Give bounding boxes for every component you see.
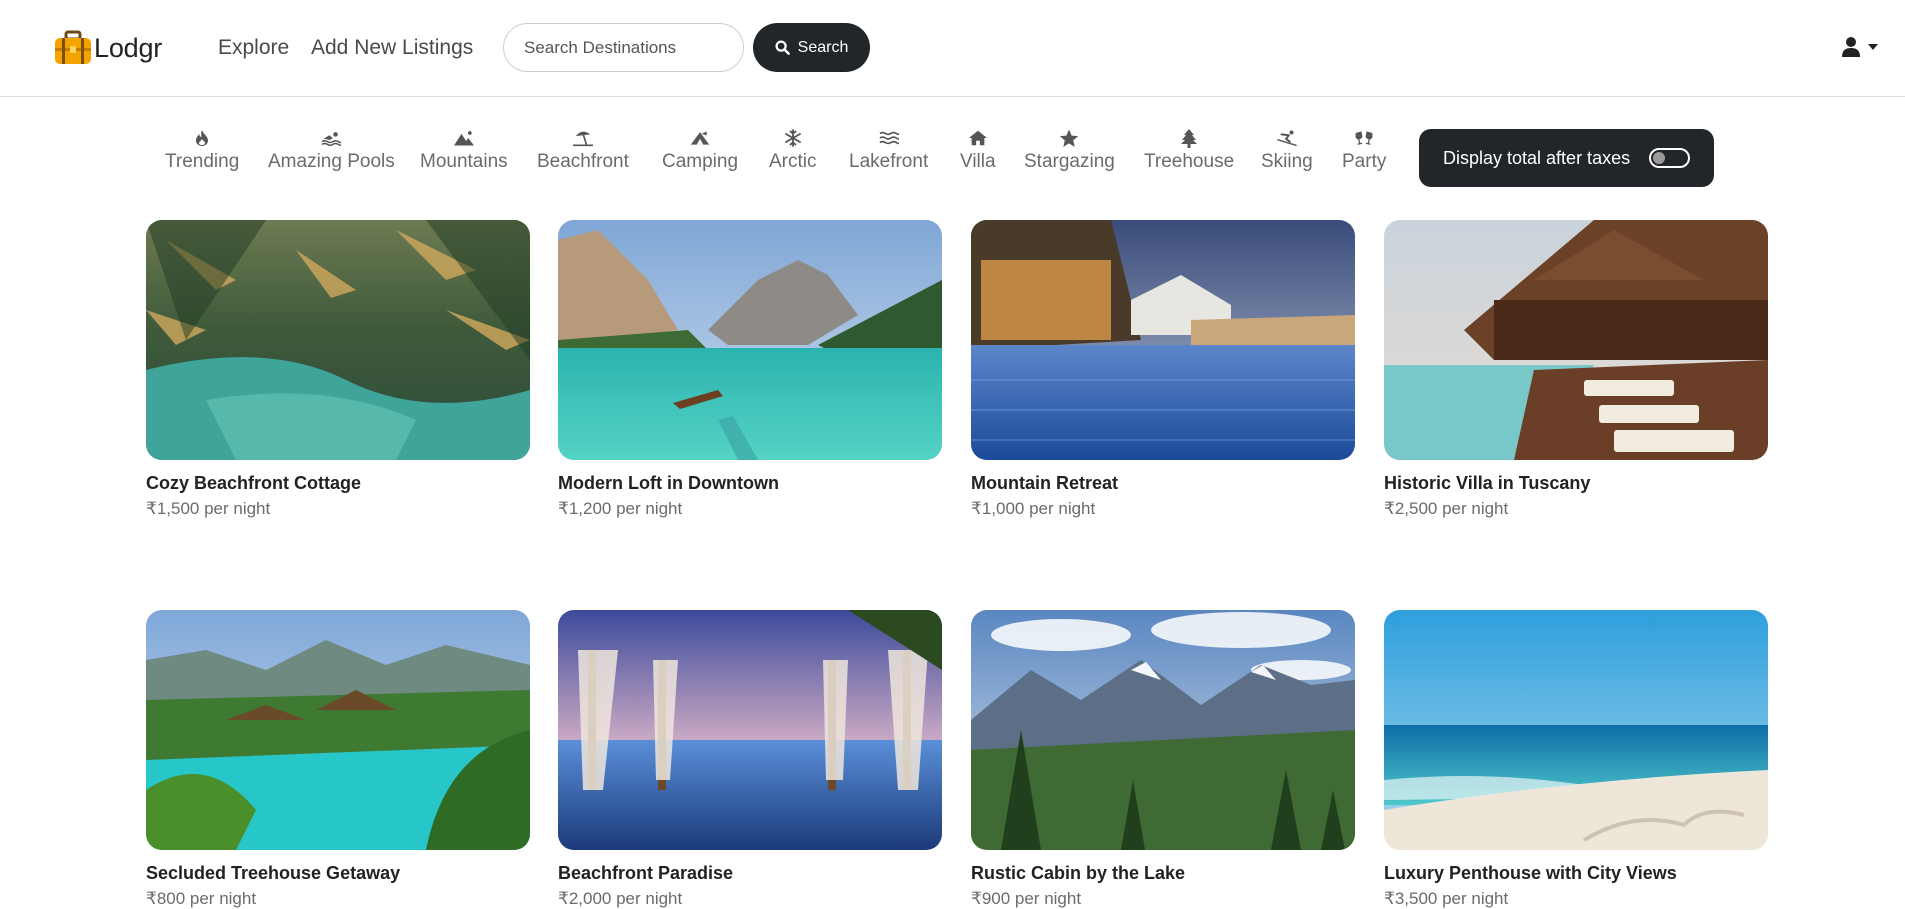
listing-photo[interactable]	[146, 610, 530, 850]
listing-card[interactable]: Mountain Retreat ₹1,000 per night	[971, 220, 1355, 519]
swimmer-icon	[321, 132, 342, 146]
filter-mountains[interactable]: Mountains	[420, 128, 508, 173]
filter-arctic[interactable]: Arctic	[769, 128, 817, 173]
listing-card[interactable]: Rustic Cabin by the Lake ₹900 per night	[971, 610, 1355, 909]
filter-label: Camping	[662, 151, 739, 172]
listing-price: ₹2,500 per night	[1384, 499, 1509, 518]
mountain-icon	[453, 131, 474, 146]
filter-trending[interactable]: Trending	[165, 128, 239, 173]
filter-label: Party	[1342, 151, 1387, 172]
listing-card[interactable]: Beachfront Paradise ₹2,000 per night	[558, 610, 942, 909]
search-button-label: Search	[797, 38, 849, 56]
filter-label: Amazing Pools	[268, 151, 395, 172]
listing-card[interactable]: Historic Villa in Tuscany ₹2,500 per nig…	[1384, 220, 1768, 519]
umbrella-beach-icon	[572, 131, 593, 147]
listing-title: Mountain Retreat	[971, 473, 1119, 493]
listing-price: ₹800 per night	[146, 889, 257, 908]
skiing-icon	[1277, 130, 1297, 146]
nav-link-add-listing[interactable]: Add New Listings	[311, 36, 473, 60]
filter-label: Arctic	[769, 151, 817, 172]
filter-villa[interactable]: Villa	[960, 128, 996, 173]
listing-price: ₹1,200 per night	[558, 499, 683, 518]
filter-beachfront[interactable]: Beachfront	[537, 128, 629, 173]
filter-label: Skiing	[1261, 151, 1313, 172]
filter-camping[interactable]: Camping	[662, 128, 738, 173]
search-input[interactable]	[503, 23, 744, 72]
listing-photo[interactable]	[971, 610, 1355, 850]
listing-photo[interactable]	[558, 220, 942, 460]
listing-card[interactable]: Cozy Beachfront Cottage ₹1,500 per night	[146, 220, 530, 519]
listing-photo[interactable]	[1384, 220, 1768, 460]
filter-label: Beachfront	[537, 151, 629, 172]
filter-skiing[interactable]: Skiing	[1261, 128, 1313, 173]
listing-photo[interactable]	[146, 220, 530, 460]
tax-toggle-label: Display total after taxes	[1443, 147, 1631, 168]
filter-party[interactable]: Party	[1342, 128, 1386, 173]
brand-logo[interactable]: Lodgr	[53, 28, 162, 68]
listing-photo[interactable]	[1384, 610, 1768, 850]
listing-title: Rustic Cabin by the Lake	[971, 863, 1186, 883]
suitcase-icon	[55, 30, 91, 64]
filter-label: Trending	[165, 151, 240, 172]
filter-label: Villa	[960, 151, 996, 172]
listing-price: ₹1,500 per night	[146, 499, 271, 518]
listing-price: ₹3,500 per night	[1384, 889, 1509, 908]
search-icon	[775, 40, 790, 55]
filter-label: Lakefront	[849, 151, 929, 172]
navbar: Lodgr Explore Add New Listings Search	[0, 0, 1905, 97]
listing-title: Cozy Beachfront Cottage	[146, 473, 362, 493]
listing-price: ₹2,000 per night	[558, 889, 683, 908]
glasses-cheers-icon	[1355, 131, 1373, 145]
listing-card[interactable]: Modern Loft in Downtown ₹1,200 per night	[558, 220, 942, 519]
filter-label: Mountains	[420, 151, 508, 172]
listing-card[interactable]: Luxury Penthouse with City Views ₹3,500 …	[1384, 610, 1768, 909]
filter-amazing-pools[interactable]: Amazing Pools	[268, 128, 395, 173]
fire-icon	[196, 130, 209, 146]
listing-photo[interactable]	[971, 220, 1355, 460]
snowflake-icon	[784, 129, 801, 147]
switch-knob	[1653, 152, 1665, 164]
listing-title: Modern Loft in Downtown	[558, 473, 779, 493]
house-icon	[968, 130, 987, 146]
listing-price: ₹1,000 per night	[971, 499, 1096, 518]
listing-title: Historic Villa in Tuscany	[1384, 473, 1591, 493]
brand-name: Lodgr	[94, 32, 163, 63]
listing-title: Luxury Penthouse with City Views	[1384, 863, 1677, 883]
tax-toggle[interactable]: Display total after taxes	[1419, 129, 1714, 187]
star-icon	[1060, 129, 1079, 147]
listing-title: Secluded Treehouse Getaway	[146, 863, 401, 883]
filter-treehouse[interactable]: Treehouse	[1144, 128, 1234, 173]
search-button[interactable]: Search	[753, 23, 870, 72]
filter-label: Treehouse	[1144, 151, 1235, 172]
user-menu[interactable]	[1841, 36, 1879, 58]
filter-stargazing[interactable]: Stargazing	[1024, 128, 1115, 173]
tax-toggle-switch[interactable]	[1649, 148, 1690, 168]
listing-title: Beachfront Paradise	[558, 863, 734, 883]
filter-label: Stargazing	[1024, 151, 1115, 172]
tree-icon	[1181, 128, 1198, 148]
nav-link-explore[interactable]: Explore	[218, 36, 289, 60]
filter-lakefront[interactable]: Lakefront	[849, 128, 928, 173]
listing-card[interactable]: Secluded Treehouse Getaway ₹800 per nigh…	[146, 610, 530, 909]
campground-icon	[690, 131, 710, 145]
water-icon	[879, 131, 899, 145]
listing-photo[interactable]	[558, 610, 942, 850]
user-icon	[1842, 37, 1860, 57]
listing-price: ₹900 per night	[971, 889, 1082, 908]
caret-down-icon	[1868, 44, 1878, 50]
